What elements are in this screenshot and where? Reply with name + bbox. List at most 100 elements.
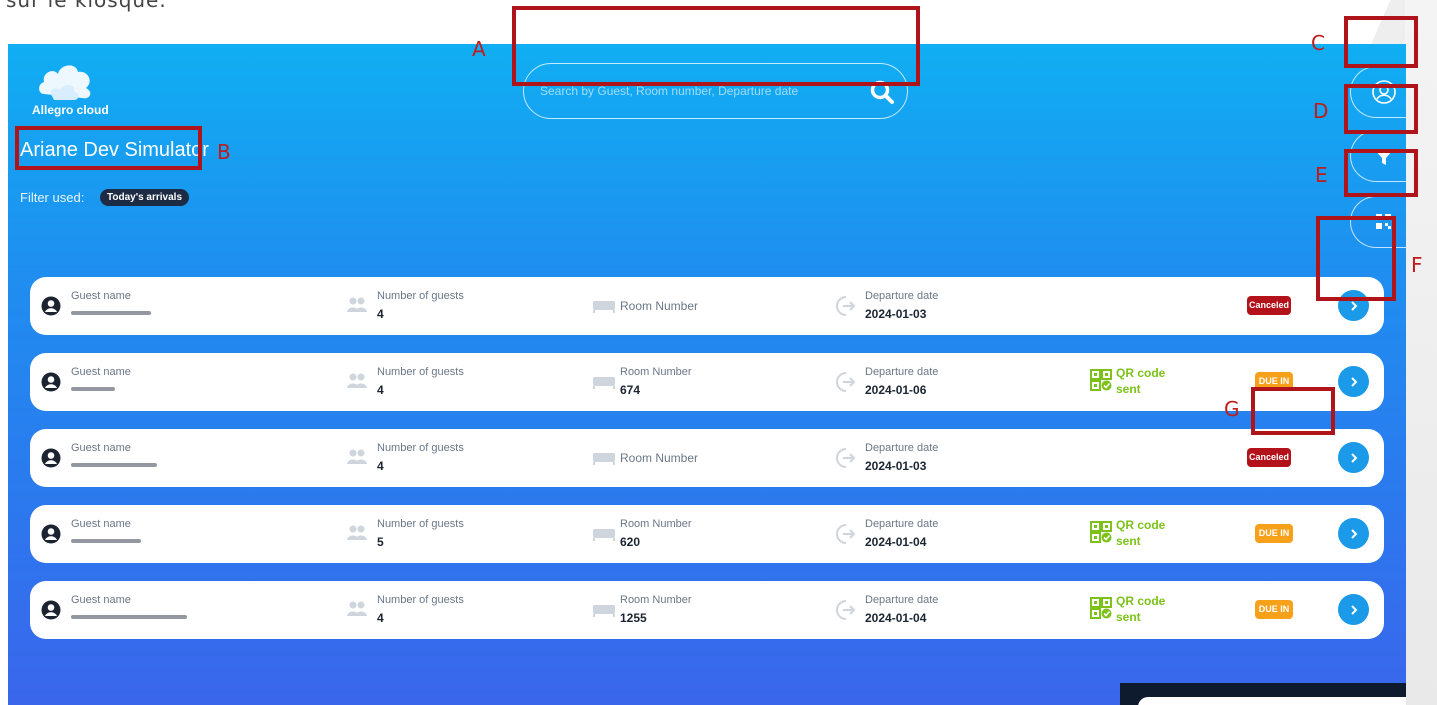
guest-name-label: Guest name: [71, 518, 131, 530]
reservation-row[interactable]: Guest name Number of guests 5 Room Number 62…: [30, 505, 1384, 563]
bottom-panel-field: [1138, 697, 1406, 705]
annotation-box-c: [1344, 16, 1418, 68]
guest-avatar-icon: [41, 296, 61, 321]
guests-label: Number of guests: [377, 594, 464, 606]
chevron-right-icon: [1350, 453, 1357, 463]
annotation-box-b: [15, 126, 202, 170]
qr-code-sent-icon: [1090, 369, 1112, 396]
departure-label: Departure date: [865, 290, 939, 302]
departure-icon: [832, 370, 856, 399]
bottom-panel: [1120, 683, 1406, 705]
room-value: 620: [620, 535, 641, 549]
annotation-label-c: C: [1311, 31, 1325, 55]
open-reservation-button[interactable]: [1338, 366, 1369, 397]
guest-avatar-icon: [41, 448, 61, 473]
open-reservation-button[interactable]: [1338, 442, 1369, 473]
guest-avatar-icon: [41, 524, 61, 549]
guest-avatar-icon: [41, 372, 61, 397]
departure-label: Departure date: [865, 518, 939, 530]
room-value: 1255: [620, 611, 647, 625]
guests-value: 5: [377, 535, 384, 549]
qr-code-sent-icon: [1090, 521, 1112, 548]
qr-sent-text: sent: [1116, 610, 1141, 624]
annotation-label-a: A: [472, 37, 486, 61]
departure-value: 2024-01-06: [865, 383, 927, 397]
status-badge: Canceled: [1247, 448, 1291, 467]
annotation-box-d: [1344, 84, 1418, 134]
guest-name-value-redacted: [71, 463, 157, 467]
bed-icon: [592, 298, 616, 319]
departure-label: Departure date: [865, 594, 939, 606]
qr-code-text: QR code: [1116, 594, 1166, 608]
departure-icon: [832, 294, 856, 323]
room-label: Room Number: [620, 299, 699, 313]
guests-label: Number of guests: [377, 290, 464, 302]
room-label: Room Number: [620, 518, 692, 530]
qr-code-sent-icon: [1090, 597, 1112, 624]
bed-icon: [592, 374, 616, 395]
annotation-box-a: [512, 6, 920, 86]
reservation-row[interactable]: Guest name Number of guests 4 Room Number 12…: [30, 581, 1384, 639]
guests-value: 4: [377, 307, 384, 321]
departure-icon: [832, 522, 856, 551]
departure-label: Departure date: [865, 366, 939, 378]
logo-text: Allegro cloud: [32, 103, 109, 117]
room-label: Room Number: [620, 594, 692, 606]
qr-code-text: QR code: [1116, 366, 1166, 380]
departure-value: 2024-01-03: [865, 459, 927, 473]
guests-label: Number of guests: [377, 518, 464, 530]
room-label: Room Number: [620, 366, 692, 378]
departure-value: 2024-01-04: [865, 535, 927, 549]
open-reservation-button[interactable]: [1338, 594, 1369, 625]
guest-name-label: Guest name: [71, 290, 131, 302]
guests-icon: [346, 295, 368, 320]
annotation-box-e: [1344, 149, 1418, 197]
guest-name-value-redacted: [71, 387, 115, 391]
bed-icon: [592, 450, 616, 471]
guest-name-label: Guest name: [71, 594, 131, 606]
app-logo: Allegro cloud: [30, 58, 110, 118]
annotation-label-b: B: [217, 140, 231, 164]
document-top-text: sur le kiosque.: [6, 0, 167, 12]
room-label: Room Number: [620, 451, 699, 465]
departure-value: 2024-01-04: [865, 611, 927, 625]
filter-chip[interactable]: Today's arrivals: [100, 189, 190, 206]
status-badge: Canceled: [1247, 296, 1291, 315]
qr-sent-text: sent: [1116, 382, 1141, 396]
departure-label: Departure date: [865, 442, 939, 454]
guests-icon: [346, 523, 368, 548]
guests-value: 4: [377, 611, 384, 625]
guests-icon: [346, 447, 368, 472]
chevron-right-icon: [1350, 605, 1357, 615]
bed-icon: [592, 602, 616, 623]
annotation-label-e: E: [1315, 163, 1328, 187]
guests-value: 4: [377, 383, 384, 397]
cloud-logo-icon: [39, 65, 91, 100]
guest-name-value-redacted: [71, 539, 141, 543]
guests-label: Number of guests: [377, 442, 464, 454]
open-reservation-button[interactable]: [1338, 518, 1369, 549]
guests-label: Number of guests: [377, 366, 464, 378]
chevron-right-icon: [1350, 377, 1357, 387]
annotation-box-g: [1251, 387, 1335, 435]
guest-name-label: Guest name: [71, 366, 131, 378]
status-badge: DUE IN: [1255, 600, 1293, 619]
guest-name-label: Guest name: [71, 442, 131, 454]
room-value: 674: [620, 383, 641, 397]
reservation-row[interactable]: Guest name Number of guests 4 Room Number 67…: [30, 353, 1384, 411]
chevron-right-icon: [1350, 529, 1357, 539]
departure-icon: [832, 598, 856, 627]
filter-label: Filter used:: [20, 190, 85, 205]
departure-icon: [832, 446, 856, 475]
guest-avatar-icon: [41, 600, 61, 625]
qr-sent-text: sent: [1116, 534, 1141, 548]
guest-name-value-redacted: [71, 615, 187, 619]
reservation-row[interactable]: Guest name Number of guests 4 Room Number De…: [30, 429, 1384, 487]
departure-value: 2024-01-03: [865, 307, 927, 321]
annotation-box-f: [1316, 216, 1396, 301]
status-badge: DUE IN: [1255, 524, 1293, 543]
qr-code-text: QR code: [1116, 518, 1166, 532]
guests-icon: [346, 371, 368, 396]
reservation-row[interactable]: Guest name Number of guests 4 Room Number De…: [30, 277, 1384, 335]
annotation-label-f: F: [1411, 253, 1423, 277]
